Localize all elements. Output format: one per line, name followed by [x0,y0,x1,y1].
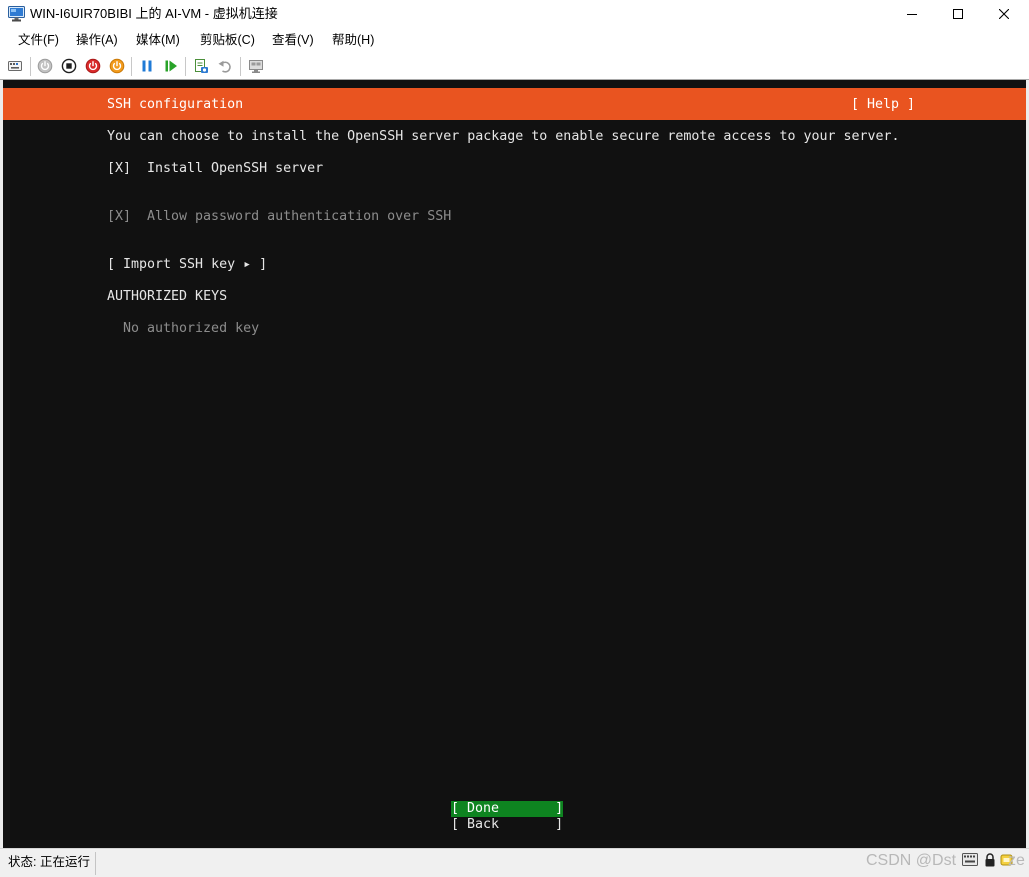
revert-button [217,58,233,74]
shut-down-button[interactable] [85,58,101,74]
start-button [37,58,53,74]
pause-icon [142,60,152,72]
window-title: WIN-I6UIR70BIBI 上的 AI-VM - 虚拟机连接 [30,6,278,21]
resume-button[interactable] [163,58,179,74]
start-icon [37,58,53,74]
checkbox-mark: [X] [107,209,132,224]
checkbox-mark: [X] [107,161,132,176]
pause-button[interactable] [139,58,155,74]
menu-action[interactable]: 操作(A) [76,29,118,51]
menu-file[interactable]: 文件(F) [18,29,59,51]
help-button[interactable]: [ Help ] [851,97,915,113]
revert-icon [218,60,231,73]
turn-off-icon [61,58,77,74]
checkbox-label: Install OpenSSH server [147,161,324,176]
watermark-right: ze [1008,852,1025,869]
menu-media[interactable]: 媒体(M) [136,29,180,51]
close-icon [999,9,1009,19]
close-button[interactable] [981,0,1027,29]
toolbar-separator [185,57,186,76]
maximize-button[interactable] [935,0,981,29]
save-button[interactable] [109,58,125,74]
toolbar-separator [240,57,241,76]
toolbar-separator [131,57,132,76]
vm-connection-icon [8,6,25,22]
back-button[interactable]: [ Back ] [451,817,563,833]
checkpoint-icon [195,59,208,73]
import-ssh-key-button[interactable]: [ Import SSH key ▸ ] [107,257,267,273]
resume-icon [165,60,177,72]
checkpoint-button[interactable] [193,58,209,74]
ctrl-alt-del-icon [8,61,22,71]
toolbar-separator [30,57,31,76]
menu-bar: 文件(F) 操作(A) 媒体(M) 剪贴板(C) 查看(V) 帮助(H) [0,29,1029,52]
minimize-icon [907,14,917,15]
ctrl-alt-del-button[interactable] [7,58,23,74]
keyboard-icon [962,853,978,871]
done-button[interactable]: [ Done ] [451,801,563,817]
no-authorized-key-text: No authorized key [123,321,260,336]
installer-title: SSH configuration [107,97,244,112]
intro-text: You can choose to install the OpenSSH se… [107,129,900,144]
lock-icon [984,853,996,872]
status-text: 状态: 正在运行 [8,855,90,869]
minimize-button[interactable] [889,0,935,29]
install-openssh-checkbox[interactable]: [X] Install OpenSSH server [107,161,367,177]
turn-off-button[interactable] [61,58,77,74]
menu-view[interactable]: 查看(V) [272,29,314,51]
maximize-icon [953,9,963,19]
watermark-left: CSDN @Dst [866,852,957,869]
authorized-keys-heading: AUTHORIZED KEYS [107,289,228,304]
allow-password-checkbox: [X] Allow password authentication over S… [107,209,467,225]
checkbox-label: Allow password authentication over SSH [147,209,452,224]
title-bar: WIN-I6UIR70BIBI 上的 AI-VM - 虚拟机连接 [0,0,1029,29]
toolbar [0,52,1029,80]
vm-screen[interactable]: SSH configuration [ Help ] You can choos… [3,80,1026,848]
menu-clipboard[interactable]: 剪贴板(C) [200,29,255,51]
menu-help[interactable]: 帮助(H) [332,29,374,51]
status-separator [95,852,96,875]
enhanced-session-button [248,58,264,74]
save-icon [109,58,125,74]
enhanced-session-icon [249,60,263,73]
shut-down-icon [85,58,101,74]
